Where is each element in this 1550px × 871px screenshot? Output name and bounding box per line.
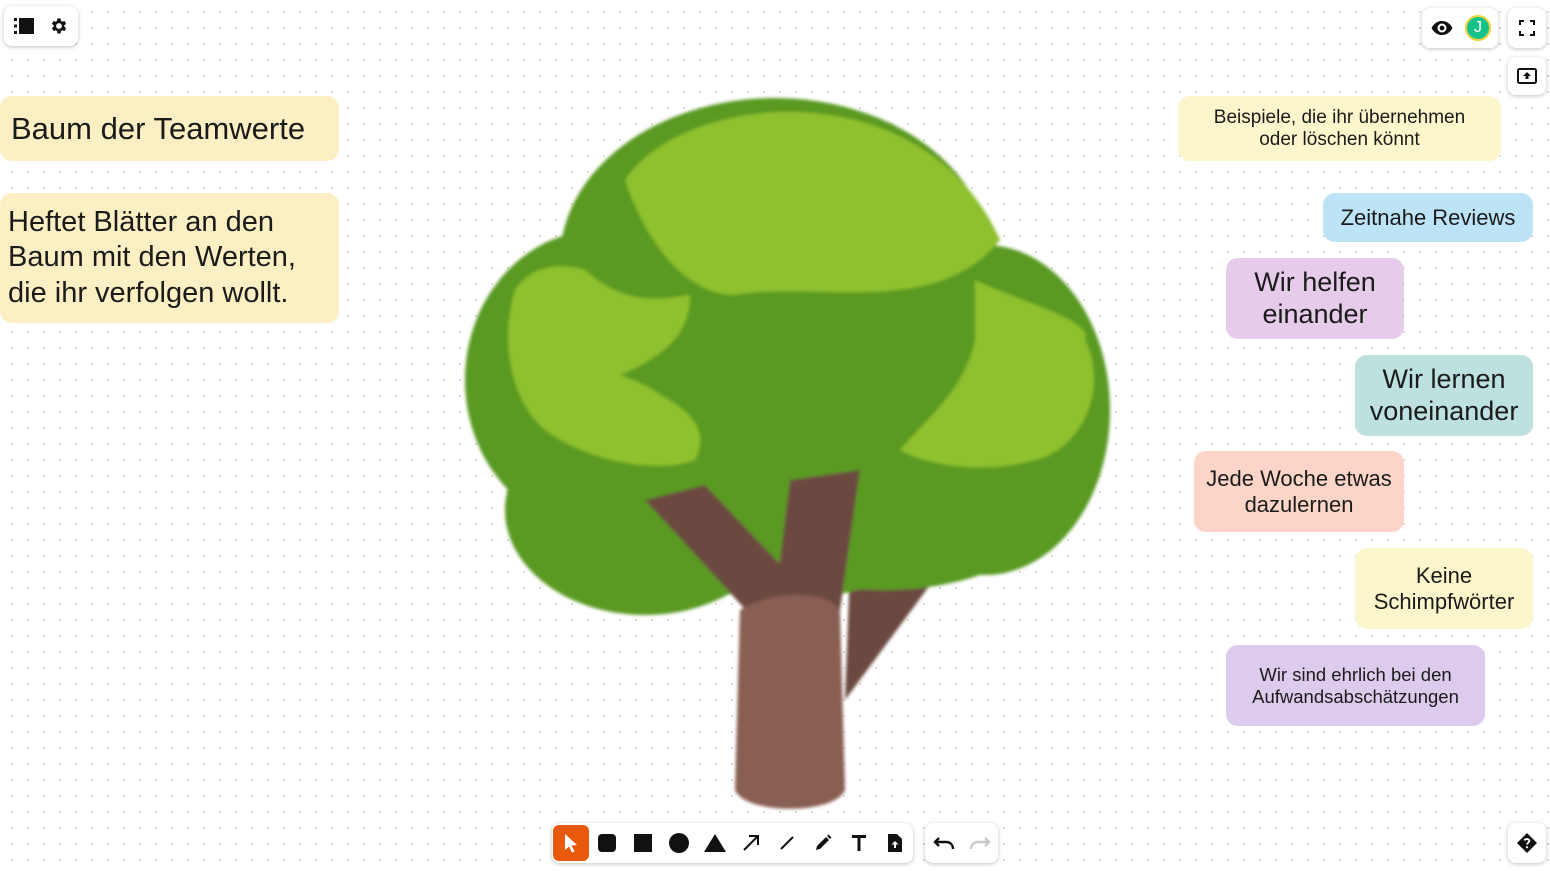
avatar-initial: J [1465, 15, 1491, 41]
value-note-text: Wir helfen einander [1254, 267, 1376, 329]
line-tool[interactable] [769, 825, 805, 861]
arrow-tool[interactable] [733, 825, 769, 861]
instruction-text: Heftet Blätter an den Baum mit den Werte… [8, 205, 296, 309]
value-note-no-swearing[interactable]: Keine Schimpfwörter [1355, 548, 1533, 629]
pencil-tool[interactable] [805, 825, 841, 861]
drawing-toolbar [552, 823, 913, 863]
user-avatar[interactable]: J [1460, 10, 1496, 46]
file-tool[interactable] [877, 825, 913, 861]
board-title-note[interactable]: Baum der Teamwerte [0, 96, 339, 161]
value-note-learn[interactable]: Wir lernen voneinander [1355, 355, 1533, 436]
view-users-panel: J [1422, 8, 1498, 48]
tree-illustration[interactable] [455, 90, 1115, 820]
export-panel [1508, 57, 1546, 95]
help-panel [1508, 823, 1546, 863]
value-note-weekly[interactable]: Jede Woche etwas dazulernen [1194, 451, 1404, 532]
instruction-note[interactable]: Heftet Blätter an den Baum mit den Werte… [0, 193, 339, 323]
value-note-reviews[interactable]: Zeitnahe Reviews [1323, 193, 1533, 242]
examples-heading-note[interactable]: Beispiele, die ihr übernehmen oder lösch… [1178, 96, 1501, 161]
text-tool[interactable] [841, 825, 877, 861]
history-toolbar [925, 823, 998, 863]
help-icon[interactable] [1509, 825, 1545, 861]
gear-icon[interactable] [41, 8, 76, 44]
rounded-rect-tool[interactable] [589, 825, 625, 861]
upload-icon[interactable] [1509, 58, 1545, 94]
value-note-help[interactable]: Wir helfen einander [1226, 258, 1404, 339]
board-title: Baum der Teamwerte [11, 110, 306, 146]
rectangle-tool[interactable] [625, 825, 661, 861]
examples-heading: Beispiele, die ihr übernehmen oder lösch… [1213, 106, 1466, 150]
circle-tool[interactable] [661, 825, 697, 861]
undo-icon[interactable] [926, 825, 962, 861]
top-left-menu-panel [4, 6, 78, 46]
value-note-text: Jede Woche etwas dazulernen [1206, 466, 1392, 517]
redo-icon[interactable] [962, 825, 998, 861]
fullscreen-icon[interactable] [1509, 10, 1545, 46]
value-note-text: Zeitnahe Reviews [1340, 204, 1516, 230]
list-icon[interactable] [6, 8, 41, 44]
triangle-tool[interactable] [697, 825, 733, 861]
value-note-text: Wir lernen voneinander [1369, 364, 1519, 426]
value-note-text: Keine Schimpfwörter [1373, 563, 1515, 614]
value-note-honest-estimates[interactable]: Wir sind ehrlich bei den Aufwandsabschät… [1226, 645, 1485, 726]
tree-trunk [735, 595, 845, 809]
eye-icon[interactable] [1424, 10, 1460, 46]
select-tool[interactable] [552, 825, 589, 861]
fullscreen-panel [1508, 8, 1546, 48]
value-note-text: Wir sind ehrlich bei den Aufwandsabschät… [1252, 664, 1459, 707]
